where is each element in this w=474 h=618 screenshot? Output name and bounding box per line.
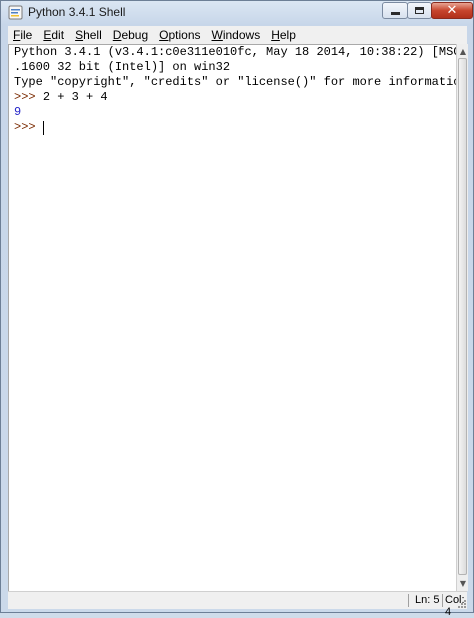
minimize-button[interactable] [382, 2, 408, 19]
status-divider [408, 594, 409, 607]
menu-shell[interactable]: Shell [75, 28, 102, 42]
input-code: 2 + 3 + 4 [42, 90, 108, 104]
line-number: Ln: 5 [415, 594, 440, 606]
resize-grip-icon[interactable] [456, 598, 467, 609]
window-title: Python 3.4.1 Shell [28, 5, 126, 19]
menu-debug[interactable]: Debug [113, 28, 148, 42]
python-app-icon [8, 5, 23, 20]
maximize-icon [415, 7, 424, 14]
shell-text-area[interactable]: Python 3.4.1 (v3.4.1:c0e311e010fc, May 1… [8, 44, 456, 591]
scroll-down-arrow-icon[interactable]: ▼ [458, 577, 468, 589]
current-prompt: >>> [14, 120, 43, 134]
status-bar: Ln: 5 Col: 4 [8, 591, 467, 618]
status-divider [442, 594, 443, 607]
minimize-icon [390, 12, 400, 15]
text-cursor [43, 121, 44, 135]
title-bar[interactable]: Python 3.4.1 Shell ✕ [1, 1, 473, 25]
close-button[interactable]: ✕ [431, 2, 473, 19]
vertical-scrollbar[interactable]: ▲ ▼ [456, 44, 468, 591]
maximize-button[interactable] [407, 2, 432, 19]
menu-file[interactable]: File [13, 28, 32, 42]
banner-line-1: Python 3.4.1 (v3.4.1:c0e311e010fc, May 1… [14, 45, 456, 59]
current-prompt-line[interactable]: >>> [14, 120, 43, 135]
output-line: 9 [14, 105, 22, 119]
menu-options[interactable]: Options [159, 28, 200, 42]
banner-line-3: Type "copyright", "credits" or "license(… [14, 75, 456, 89]
scroll-thumb[interactable] [458, 58, 467, 575]
menu-windows[interactable]: Windows [212, 28, 261, 42]
scroll-up-arrow-icon[interactable]: ▲ [458, 45, 468, 57]
menu-help[interactable]: Help [271, 28, 296, 42]
close-icon: ✕ [446, 3, 458, 18]
menu-edit[interactable]: Edit [43, 28, 64, 42]
banner-line-2: .1600 32 bit (Intel)] on win32 [14, 60, 231, 74]
idle-shell-window: Python 3.4.1 Shell ✕ File Edit Shell Deb… [0, 0, 474, 618]
menu-bar: File Edit Shell Debug Options Windows He… [8, 26, 467, 44]
prompt: >>> [14, 90, 43, 104]
input-line: >>> 2 + 3 + 4 [14, 90, 108, 105]
